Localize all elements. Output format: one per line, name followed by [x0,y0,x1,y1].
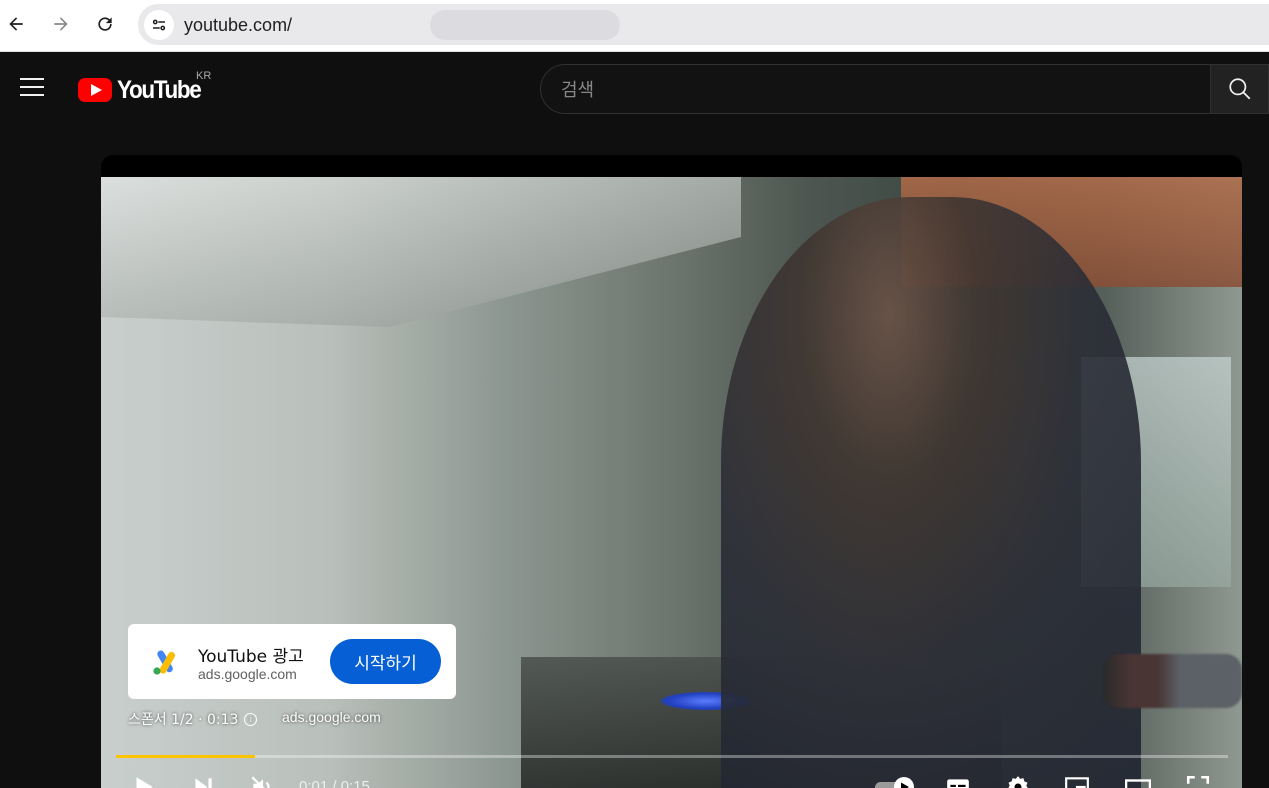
google-ads-logo-icon [146,642,186,682]
url-text[interactable]: youtube.com/ [184,15,292,36]
subtitles-button[interactable] [940,769,976,788]
video-scene-chef [721,197,1141,788]
forward-button[interactable] [47,10,75,38]
play-button[interactable] [125,769,161,788]
autoplay-toggle[interactable] [874,769,918,788]
settings-button[interactable] [1000,769,1036,788]
fullscreen-button[interactable] [1180,769,1216,788]
logo-text: YouTube [117,75,202,104]
video-frame[interactable]: YouTube 광고 ads.google.com 시작하기 스폰서 1/2 ·… [101,177,1242,788]
country-code: KR [196,70,212,82]
ad-title: YouTube 광고 [198,647,304,667]
reload-button[interactable] [91,10,119,38]
search-input[interactable] [561,77,1181,103]
youtube-header: YouTube KR [0,52,1269,126]
redacted-url-blur [430,10,620,40]
reload-icon [98,17,112,31]
subtitles-icon [947,779,969,788]
ad-card[interactable]: YouTube 광고 ads.google.com 시작하기 [128,624,456,699]
next-ad-preview[interactable] [1103,654,1242,708]
site-info-button[interactable] [144,10,174,40]
back-arrow-icon [9,17,23,31]
sponsor-info: 스폰서 1/2 · 0:13 i [128,709,258,729]
progress-bar[interactable] [116,755,1228,758]
theater-mode-icon [1125,779,1151,788]
address-bar[interactable]: youtube.com/ [138,4,1269,45]
time-display: 0:01 / 0:15 [299,778,370,788]
search-button[interactable] [1210,64,1269,114]
sponsor-link[interactable]: ads.google.com [282,709,381,725]
browser-toolbar: youtube.com/ [0,0,1269,52]
video-scene-shelf [101,177,741,327]
theater-mode-button[interactable] [1120,769,1156,788]
search-box [540,64,1212,114]
site-info-icon [152,19,166,31]
sponsor-text: 스폰서 1/2 · 0:13 [128,712,239,728]
progress-bar-fill [116,755,255,758]
mute-button[interactable] [244,769,280,788]
search-icon [1228,78,1250,100]
back-button[interactable] [2,10,30,38]
video-player[interactable]: YouTube 광고 ads.google.com 시작하기 스폰서 1/2 ·… [101,155,1242,788]
autoplay-toggle-icon [875,777,914,788]
miniplayer-button[interactable] [1059,769,1095,788]
miniplayer-icon [1065,777,1089,788]
menu-icon[interactable] [20,78,46,98]
play-icon [136,777,153,788]
forward-arrow-icon [54,17,68,31]
next-button[interactable] [185,769,221,788]
fullscreen-icon [1186,775,1210,784]
player-controls: 0:01 / 0:15 [101,765,1242,788]
youtube-play-logo-icon [78,78,112,102]
next-icon [195,778,212,788]
ad-start-button[interactable]: 시작하기 [330,639,441,684]
youtube-logo[interactable]: YouTube [78,76,210,104]
settings-icon [1008,776,1028,788]
ad-url[interactable]: ads.google.com [198,666,297,682]
info-icon[interactable]: i [244,712,258,726]
mute-icon [251,776,270,788]
